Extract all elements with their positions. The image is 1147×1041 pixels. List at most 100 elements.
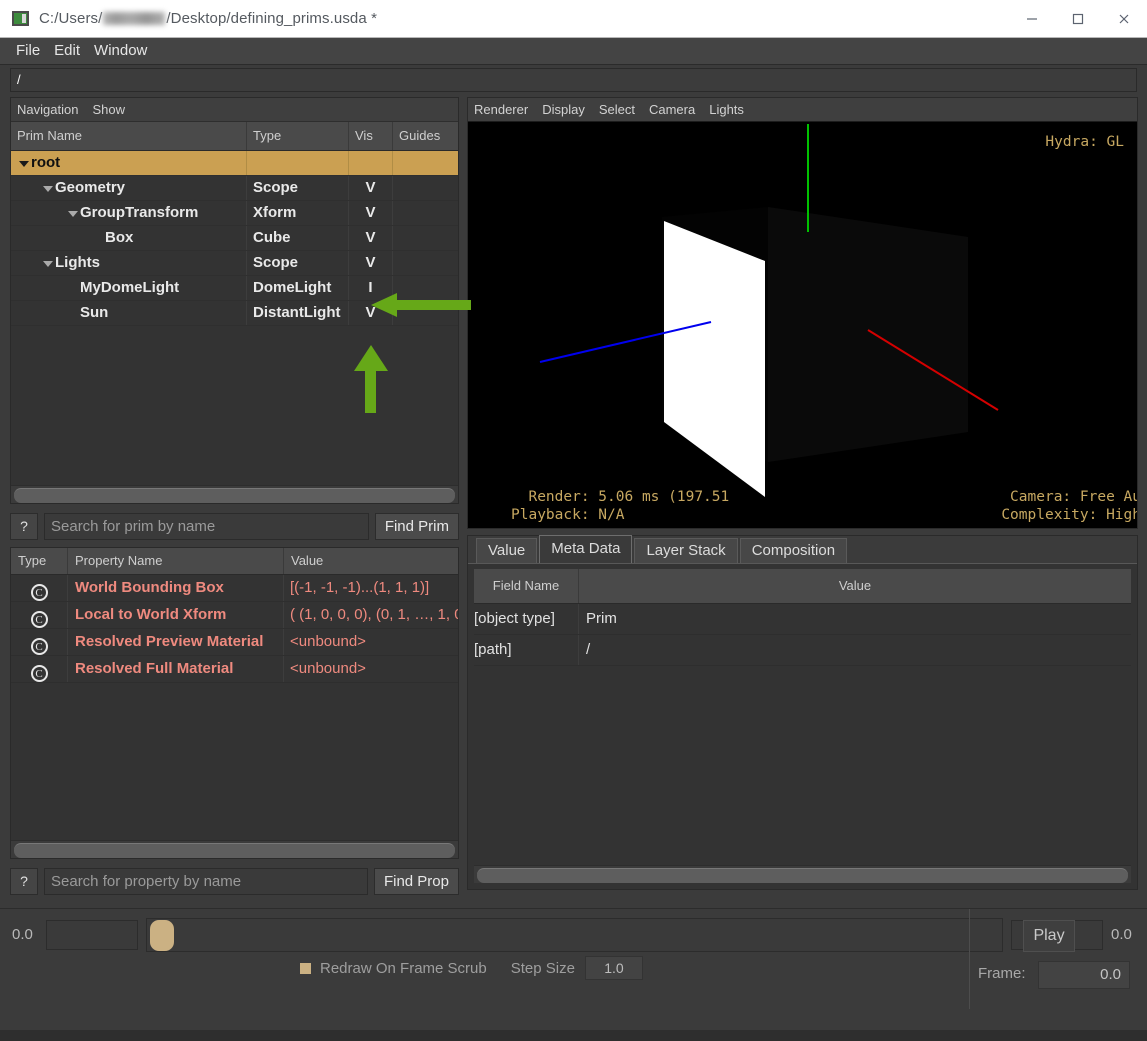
- property-search-help-button[interactable]: ?: [10, 867, 38, 895]
- playback-controls: Play Frame: 0.0: [969, 909, 1147, 1009]
- tree-row-root[interactable]: root: [11, 151, 458, 176]
- property-hscrollbar[interactable]: [11, 840, 458, 858]
- timeline-bar: 0.0 0.0 Redraw On Frame Scrub Step Size …: [0, 908, 1147, 1030]
- property-header-type[interactable]: Type: [11, 548, 68, 574]
- tree-cell-guides[interactable]: [393, 201, 458, 225]
- viewport-menu-display[interactable]: Display: [542, 102, 593, 117]
- tree-cell-vis[interactable]: I: [349, 276, 393, 300]
- tree-header-row: Prim Name Type Vis Guides: [11, 122, 458, 151]
- metadata-header-field[interactable]: Field Name: [474, 569, 579, 603]
- viewport-menu-camera[interactable]: Camera: [649, 102, 703, 117]
- hud-playback: Playback: N/A: [511, 507, 625, 523]
- computed-attribute-icon: C: [30, 584, 48, 601]
- metadata-field-cell: [object type]: [474, 604, 579, 634]
- timeline-start-input[interactable]: [46, 919, 138, 950]
- tree-header-vis[interactable]: Vis: [349, 122, 393, 150]
- property-row-resolved-full-material[interactable]: C Resolved Full Material <unbound>: [11, 656, 458, 683]
- tree-menu-show[interactable]: Show: [92, 102, 133, 117]
- tree-row-lights[interactable]: Lights Scope V: [11, 251, 458, 276]
- tree-cell-vis[interactable]: V: [349, 176, 393, 200]
- tree-header-guides[interactable]: Guides: [393, 122, 458, 150]
- tree-cell-guides[interactable]: [393, 176, 458, 200]
- property-search-input[interactable]: Search for property by name: [44, 867, 368, 895]
- tree-cell-vis[interactable]: V: [349, 201, 393, 225]
- metadata-row-path[interactable]: [path] /: [474, 635, 1131, 666]
- menu-edit[interactable]: Edit: [47, 38, 87, 64]
- metadata-hscrollbar-thumb[interactable]: [477, 868, 1128, 883]
- play-button[interactable]: Play: [1023, 920, 1075, 952]
- tree-cell-vis[interactable]: V: [349, 226, 393, 250]
- tab-meta-data[interactable]: Meta Data: [539, 535, 633, 563]
- maximize-icon[interactable]: [1055, 0, 1101, 37]
- timeline-slider-handle[interactable]: [150, 919, 174, 951]
- tab-value[interactable]: Value: [476, 538, 538, 563]
- tree-cell-vis[interactable]: V: [349, 251, 393, 275]
- tree-menu-navigation[interactable]: Navigation: [17, 102, 86, 117]
- tree-hscrollbar[interactable]: [11, 485, 458, 503]
- tree-cell-name: GroupTransform: [11, 201, 247, 225]
- chevron-down-icon[interactable]: [41, 176, 55, 200]
- tree-cell-type: DomeLight: [247, 276, 349, 300]
- hud-stats-left: Render: 5.06 ms (197.51 Playback: N/A: [511, 488, 729, 524]
- window-controls: [1009, 0, 1147, 37]
- prim-path-input[interactable]: /: [10, 68, 1137, 92]
- metadata-field-cell: [path]: [474, 635, 579, 665]
- timeline-slider[interactable]: [146, 917, 1003, 952]
- property-row-resolved-preview-material[interactable]: C Resolved Preview Material <unbound>: [11, 629, 458, 656]
- menu-file[interactable]: File: [9, 38, 47, 64]
- property-search-row: ? Search for property by name Find Prop: [10, 866, 459, 896]
- step-size-input[interactable]: 1.0: [584, 956, 643, 980]
- tree-row-geometry[interactable]: Geometry Scope V: [11, 176, 458, 201]
- chevron-down-icon[interactable]: [41, 251, 55, 275]
- prim-search-help-button[interactable]: ?: [10, 512, 38, 540]
- viewport-menu-renderer[interactable]: Renderer: [474, 102, 536, 117]
- tree-header-type[interactable]: Type: [247, 122, 349, 150]
- chevron-down-icon[interactable]: [17, 151, 31, 175]
- chevron-down-icon[interactable]: [66, 201, 80, 225]
- window-title-prefix: C:/Users/: [39, 10, 103, 27]
- timeline-start-label: 0.0: [12, 926, 33, 943]
- hud-camera: Camera: Free Au: [1010, 489, 1137, 505]
- tab-layer-stack[interactable]: Layer Stack: [634, 538, 738, 563]
- redraw-on-frame-scrub-checkbox[interactable]: [300, 962, 311, 974]
- property-row-world-bounding-box[interactable]: C World Bounding Box [(-1, -1, -1)...(1,…: [11, 575, 458, 602]
- property-header-name[interactable]: Property Name: [68, 548, 284, 574]
- tree-row-box[interactable]: Box Cube V: [11, 226, 458, 251]
- computed-attribute-icon: C: [30, 665, 48, 682]
- tree-row-sun[interactable]: Sun DistantLight V: [11, 301, 458, 326]
- tree-cell-guides[interactable]: [393, 151, 458, 175]
- metadata-header-value[interactable]: Value: [579, 569, 1131, 603]
- property-row-local-to-world-xform[interactable]: C Local to World Xform ( (1, 0, 0, 0), (…: [11, 602, 458, 629]
- find-prop-button[interactable]: Find Prop: [373, 867, 459, 895]
- tree-cell-guides[interactable]: [393, 301, 458, 325]
- status-strip-text: [10, 1017, 14, 1030]
- tree-row-grouptransform[interactable]: GroupTransform Xform V: [11, 201, 458, 226]
- property-rows: C World Bounding Box [(-1, -1, -1)...(1,…: [11, 575, 458, 840]
- minimize-icon[interactable]: [1009, 0, 1055, 37]
- frame-input[interactable]: 0.0: [1038, 961, 1130, 989]
- hud-complexity: Complexity: High: [1001, 507, 1137, 523]
- tree-prim-label: Lights: [55, 254, 100, 271]
- menu-window[interactable]: Window: [87, 38, 154, 64]
- tree-row-mydomelight[interactable]: MyDomeLight DomeLight I: [11, 276, 458, 301]
- metadata-hscrollbar[interactable]: [474, 865, 1131, 883]
- prim-search-row: ? Search for prim by name Find Prim: [10, 511, 459, 541]
- viewport-menu-select[interactable]: Select: [599, 102, 643, 117]
- tree-cell-vis[interactable]: V: [349, 301, 393, 325]
- metadata-row-object-type[interactable]: [object type] Prim: [474, 604, 1131, 635]
- property-name-cell: Local to World Xform: [68, 602, 284, 628]
- 3d-viewport[interactable]: Hydra: GL Render: 5.06 ms (197.51 Playba…: [468, 122, 1137, 528]
- viewport-menu-lights[interactable]: Lights: [709, 102, 752, 117]
- tree-cell-vis[interactable]: [349, 151, 393, 175]
- property-header-value[interactable]: Value: [284, 548, 458, 574]
- tree-cell-guides[interactable]: [393, 276, 458, 300]
- search-input[interactable]: Search for prim by name: [44, 512, 369, 540]
- find-prim-button[interactable]: Find Prim: [374, 512, 459, 540]
- tab-composition[interactable]: Composition: [739, 538, 848, 563]
- tree-cell-guides[interactable]: [393, 251, 458, 275]
- tree-cell-guides[interactable]: [393, 226, 458, 250]
- tree-header-prim-name[interactable]: Prim Name: [11, 122, 247, 150]
- property-hscrollbar-thumb[interactable]: [14, 843, 455, 858]
- close-icon[interactable]: [1101, 0, 1147, 37]
- tree-hscrollbar-thumb[interactable]: [14, 488, 455, 503]
